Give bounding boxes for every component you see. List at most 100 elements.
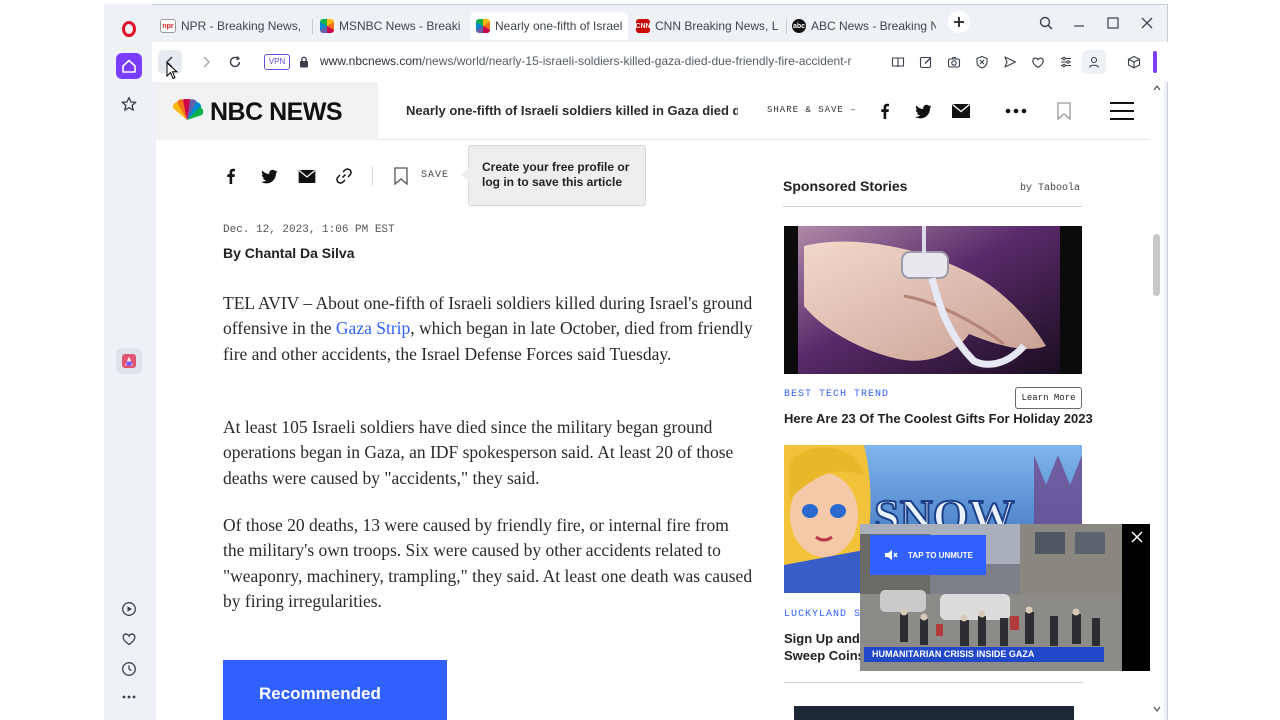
site-logo-text: NBC NEWS xyxy=(210,98,343,126)
reader-mode-icon[interactable] xyxy=(886,50,910,74)
tab-npr[interactable]: npr NPR - Breaking News, Ana xyxy=(154,12,310,40)
story-2-title-line-2[interactable]: Sweep Coins xyxy=(784,648,865,663)
peacock-favicon-icon xyxy=(320,19,334,33)
recommended-heading: Recommended xyxy=(223,660,447,720)
camera-icon[interactable] xyxy=(942,50,966,74)
logo-area[interactable]: NBC NEWS xyxy=(156,82,378,140)
profile-icon[interactable] xyxy=(1082,50,1106,74)
unmute-label: TAP TO UNMUTE xyxy=(908,550,973,560)
scrollbar-thumb[interactable] xyxy=(1153,234,1160,296)
article-paragraph-2: At least 105 Israeli soldiers have died … xyxy=(223,417,734,488)
new-tab-button[interactable] xyxy=(948,11,970,33)
email-icon[interactable] xyxy=(949,99,973,123)
scroll-up-arrow-icon[interactable] xyxy=(1153,85,1161,91)
tab-abc[interactable]: abc ABC News - Breaking New xyxy=(786,12,942,40)
player-icon[interactable] xyxy=(116,596,142,622)
article-twitter-icon[interactable] xyxy=(257,164,281,188)
abc-favicon-icon: abc xyxy=(792,19,806,33)
article-date: Dec. 12, 2023, 1:06 PM EST xyxy=(223,224,395,236)
tab-cnn[interactable]: CNN CNN Breaking News, Latest New xyxy=(630,12,784,40)
sticky-headline: Nearly one-fifth of Israeli soldiers kil… xyxy=(406,103,738,118)
story-1-category[interactable]: BEST TECH TREND xyxy=(784,389,889,400)
story-2-category[interactable]: LUCKYLAND SL xyxy=(784,609,868,620)
taboola-label[interactable]: by Taboola xyxy=(1020,183,1080,194)
page-scrollbar[interactable] xyxy=(1150,82,1164,720)
vpn-badge[interactable]: VPN xyxy=(264,54,290,70)
close-icon xyxy=(1131,531,1143,543)
close-icon xyxy=(1141,17,1153,29)
web-page: NBC NEWS Nearly one-fifth of Israeli sol… xyxy=(156,82,1150,720)
lock-icon[interactable] xyxy=(292,50,316,74)
bookmark-icon[interactable] xyxy=(1052,99,1076,123)
more-icon[interactable] xyxy=(116,684,142,710)
cnn-favicon-icon: CNN xyxy=(635,19,651,33)
url-path: /news/world/nearly-15-israeli-soldiers-k… xyxy=(422,54,852,68)
sponsored-heading: Sponsored Stories xyxy=(783,178,908,194)
close-video-button[interactable] xyxy=(1128,528,1146,546)
aria-ai-icon[interactable] xyxy=(116,348,142,374)
scroll-down-arrow-icon[interactable] xyxy=(1153,706,1161,712)
close-window-button[interactable] xyxy=(1135,11,1159,35)
save-tooltip: Create your free profile or log in to sa… xyxy=(461,145,646,206)
article-paragraph-1: TEL AVIV – About one-fifth of Israeli so… xyxy=(223,293,753,364)
forward-arrow-icon xyxy=(203,56,211,68)
easy-setup-icon[interactable] xyxy=(1054,50,1078,74)
article-facebook-icon[interactable] xyxy=(219,164,243,188)
search-tabs-button[interactable] xyxy=(1034,11,1058,35)
history-icon[interactable] xyxy=(116,656,142,682)
more-options-icon[interactable] xyxy=(1004,99,1028,123)
story-1-title[interactable]: Here Are 23 Of The Coolest Gifts For Hol… xyxy=(784,411,1093,426)
floating-video-player[interactable]: TAP TO UNMUTE HUMANITARIAN CRISIS INSIDE… xyxy=(860,524,1150,671)
tab-bar: npr NPR - Breaking News, Ana MSNBC News … xyxy=(152,4,1168,42)
peacock-logo-icon xyxy=(172,99,204,120)
adblock-shield-icon[interactable] xyxy=(970,50,994,74)
maximize-button[interactable] xyxy=(1101,11,1125,35)
npr-favicon-icon: npr xyxy=(160,19,176,33)
url-host: www.nbcnews.com xyxy=(320,54,423,68)
gaza-strip-link[interactable]: Gaza Strip xyxy=(336,318,410,338)
bookmark-heart-icon[interactable] xyxy=(1026,50,1050,74)
star-icon[interactable] xyxy=(116,91,142,117)
tab-msnbc[interactable]: MSNBC News - Breaking N xyxy=(314,12,466,40)
tap-to-unmute-button[interactable]: TAP TO UNMUTE xyxy=(870,535,986,575)
tab-nbc-article[interactable]: Nearly one-fifth of Israeli s xyxy=(470,12,628,40)
article-email-icon[interactable] xyxy=(295,164,319,188)
heart-icon[interactable] xyxy=(116,626,142,652)
facebook-icon[interactable] xyxy=(873,99,897,123)
minimize-icon xyxy=(1074,25,1084,27)
search-icon xyxy=(1039,16,1053,30)
site-header: NBC NEWS Nearly one-fifth of Israeli sol… xyxy=(156,82,1150,140)
muted-speaker-icon xyxy=(885,550,898,560)
share-save-label[interactable]: SHARE & SAVE – xyxy=(767,105,857,115)
extensions-cube-icon[interactable] xyxy=(1122,50,1146,74)
peacock-favicon-icon xyxy=(476,19,490,33)
copy-link-icon[interactable] xyxy=(332,164,356,188)
video-frame[interactable]: TAP TO UNMUTE HUMANITARIAN CRISIS INSIDE… xyxy=(860,524,1122,671)
browser-sidebar xyxy=(104,4,152,720)
article-byline[interactable]: By Chantal Da Silva xyxy=(223,245,355,261)
sidebar-accent-bar xyxy=(1153,51,1157,73)
save-bookmark-icon[interactable] xyxy=(389,164,413,188)
sponsored-image-1[interactable] xyxy=(784,226,1082,374)
plus-icon xyxy=(954,17,964,27)
article-paragraph-3: Of those 20 deaths, 13 were caused by fr… xyxy=(223,515,753,611)
home-icon[interactable] xyxy=(116,53,142,79)
maximize-icon xyxy=(1107,17,1119,29)
forward-button[interactable] xyxy=(194,50,218,74)
hamburger-menu-icon[interactable] xyxy=(1109,99,1135,123)
video-lower-third: HUMANITARIAN CRISIS INSIDE GAZA xyxy=(864,647,1104,662)
minimize-button[interactable] xyxy=(1067,11,1091,35)
rail-divider-bottom xyxy=(784,682,1083,683)
reload-button[interactable] xyxy=(223,50,247,74)
edit-icon[interactable] xyxy=(914,50,938,74)
save-label[interactable]: SAVE xyxy=(421,170,449,181)
hand-ring-image xyxy=(784,226,1082,374)
share-divider xyxy=(372,166,373,186)
opera-logo-icon[interactable] xyxy=(116,16,142,42)
sponsored-image-3[interactable] xyxy=(794,706,1074,720)
learn-more-button[interactable]: Learn More xyxy=(1015,387,1082,409)
send-icon[interactable] xyxy=(998,50,1022,74)
mouse-cursor-icon xyxy=(166,62,178,80)
twitter-icon[interactable] xyxy=(911,99,935,123)
url-field[interactable]: www.nbcnews.com/news/world/nearly-15-isr… xyxy=(320,54,872,68)
